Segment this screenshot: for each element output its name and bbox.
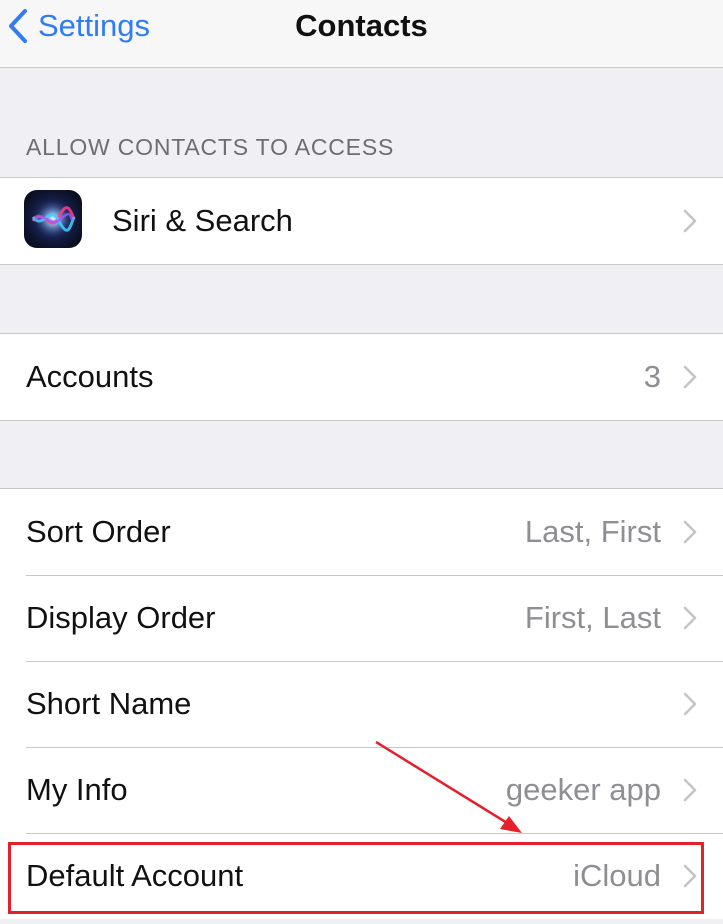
short-name-label: Short Name [26,686,192,721]
page-title: Contacts [295,8,428,43]
my-info-value: geeker app [505,772,661,807]
accounts-row[interactable]: Accounts 3 [0,334,723,420]
contacts-settings-screen: Settings Contacts ALLOW CONTACTS TO ACCE… [0,0,723,924]
accounts-count: 3 [643,359,661,394]
my-info-label: My Info [26,772,128,807]
siri-group: Siri & Search [0,177,723,265]
default-account-label: Default Account [26,858,244,893]
default-account-row[interactable]: Default Account iCloud [0,833,723,919]
sort-order-row[interactable]: Sort Order Last, First [0,489,723,575]
siri-search-row[interactable]: Siri & Search [0,178,723,264]
chevron-right-icon [683,365,697,389]
accounts-group: Accounts 3 [0,333,723,421]
siri-search-label: Siri & Search [112,203,293,238]
section-header-allow-access: ALLOW CONTACTS TO ACCESS [26,134,395,160]
chevron-right-icon [683,209,697,233]
display-order-label: Display Order [26,600,216,635]
short-name-row[interactable]: Short Name [0,661,723,747]
my-info-row[interactable]: My Info geeker app [0,747,723,833]
display-order-row[interactable]: Display Order First, Last [0,575,723,661]
navigation-bar: Settings Contacts [0,0,723,68]
default-account-value: iCloud [573,858,661,893]
contacts-options-group: Sort Order Last, First Display Order Fir… [0,488,723,919]
chevron-right-icon [683,692,697,716]
chevron-right-icon [683,864,697,888]
siri-icon [24,190,82,248]
chevron-right-icon [683,520,697,544]
sort-order-label: Sort Order [26,514,171,549]
accounts-label: Accounts [26,359,154,394]
display-order-value: First, Last [524,600,661,635]
chevron-right-icon [683,778,697,802]
chevron-right-icon [683,606,697,630]
sort-order-value: Last, First [524,514,661,549]
